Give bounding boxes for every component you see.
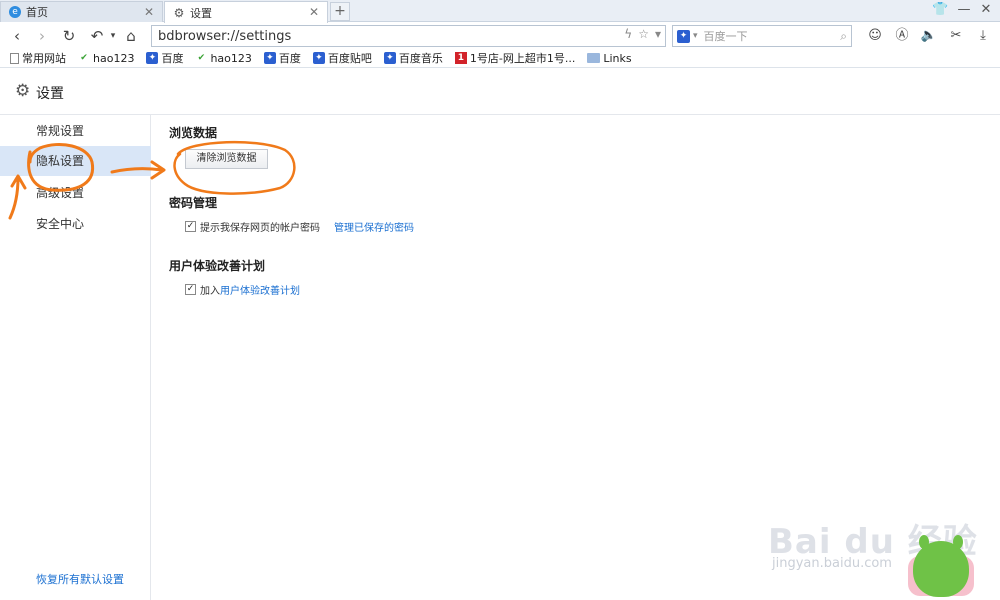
hao123-icon: ✔ xyxy=(80,53,88,63)
tab-bar: e 首页 ✕ ⚙ 设置 ✕ + 👕 — ✕ xyxy=(0,0,1000,23)
sidebar-item-label: 隐私设置 xyxy=(36,154,85,168)
sidebar-item-label: 常规设置 xyxy=(36,124,85,138)
gear-icon: ⚙ xyxy=(173,5,185,20)
baidu-paw-icon: ✦ xyxy=(383,52,396,64)
section-title-browsing: 浏览数据 xyxy=(169,126,218,140)
baidu-paw-icon: ✦ xyxy=(312,52,325,64)
clear-browsing-data-button[interactable]: 清除浏览数据 xyxy=(185,149,268,169)
password-prompt-label: 提示我保存网页的帐户密码 xyxy=(200,223,320,234)
baidu-jingyan-watermark: Bai du 经验 jingyan.baidu.com xyxy=(768,486,1000,600)
download-icon[interactable]: ⤓ xyxy=(974,27,992,45)
sidebar-item-label: 高级设置 xyxy=(36,186,85,200)
browser-logo-icon: e xyxy=(9,6,21,18)
nav-bar: ‹ › ↻ ↶ ▾ ⌂ bdbrowser://settings ϟ ☆ ▾ ✦… xyxy=(0,23,1000,49)
bookmark-label: 1号店-网上超市1号... xyxy=(469,52,576,65)
search-placeholder: 百度一下 xyxy=(703,30,748,43)
tab-label: 首页 xyxy=(26,6,48,19)
back-icon[interactable]: ‹ xyxy=(8,26,26,46)
gear-icon: ⚙ xyxy=(15,81,31,101)
address-url: bdbrowser://settings xyxy=(158,28,292,44)
close-icon[interactable]: ✕ xyxy=(144,5,154,19)
yhd-icon: 1 xyxy=(454,52,467,64)
baidu-paw-icon[interactable]: ✦ xyxy=(677,29,690,43)
baidu-paw-icon: ✦ xyxy=(146,52,159,64)
sidebar-item-privacy[interactable]: 隐私设置 xyxy=(0,146,151,176)
baidu-paw-icon: ✦ xyxy=(263,52,276,64)
bookmark-item[interactable]: 1 1号店-网上超市1号... xyxy=(454,50,576,66)
sidebar-item-security[interactable]: 安全中心 xyxy=(0,209,151,239)
tab-settings[interactable]: ⚙ 设置 ✕ xyxy=(164,1,328,23)
ux-join-prefix: 加入 xyxy=(200,286,220,297)
bookmark-item[interactable]: ✔ hao123 xyxy=(78,52,134,65)
sidebar-item-label: 安全中心 xyxy=(36,217,85,231)
bookmark-label: hao123 xyxy=(210,51,252,65)
watermark-url: jingyan.baidu.com xyxy=(772,556,892,571)
bookmark-item[interactable]: ✦ 百度 xyxy=(146,50,183,66)
bookmark-label: Links xyxy=(603,51,632,65)
close-window-icon[interactable]: ✕ xyxy=(978,2,994,17)
manage-passwords-link[interactable]: 管理已保存的密码 xyxy=(334,219,414,234)
sidebar-item-general[interactable]: 常规设置 xyxy=(0,116,151,146)
sidebar-item-advanced[interactable]: 高级设置 xyxy=(0,178,151,208)
ux-join-row: ✓ 加入 用户体验改善计划 xyxy=(185,282,300,297)
bookmark-label: 常用网站 xyxy=(22,52,66,65)
password-prompt-row: ✓ 提示我保存网页的帐户密码 管理已保存的密码 xyxy=(185,219,414,234)
ux-program-link[interactable]: 用户体验改善计划 xyxy=(220,282,300,297)
section-title-ux: 用户体验改善计划 xyxy=(169,259,266,273)
tab-label: 设置 xyxy=(190,6,212,20)
bookmark-item[interactable]: ✦ 百度音乐 xyxy=(383,50,443,66)
mascot-icon xyxy=(913,535,969,597)
tab-home[interactable]: e 首页 ✕ xyxy=(0,1,163,22)
bookmark-label: 百度 xyxy=(161,52,184,65)
folder-icon xyxy=(587,53,601,63)
lightning-icon[interactable]: ϟ xyxy=(624,27,632,41)
chevron-down-icon[interactable]: ▾ xyxy=(104,26,122,46)
search-icon[interactable]: ⌕ xyxy=(840,29,847,44)
page-title: 设置 xyxy=(36,86,64,102)
star-icon[interactable]: ☆ xyxy=(638,27,649,41)
bookmark-label: 百度 xyxy=(278,52,301,65)
section-title-password: 密码管理 xyxy=(169,196,218,210)
forward-icon[interactable]: › xyxy=(33,26,51,46)
new-tab-button[interactable]: + xyxy=(330,2,350,21)
address-bar[interactable]: bdbrowser://settings ϟ ☆ ▾ xyxy=(151,25,666,47)
close-icon[interactable]: ✕ xyxy=(309,5,319,19)
bookmark-item[interactable]: 常用网站 xyxy=(10,50,66,66)
minimize-icon[interactable]: — xyxy=(956,2,972,17)
adblock-icon[interactable]: Ⓐ xyxy=(893,27,911,45)
restore-defaults-link[interactable]: 恢复所有默认设置 xyxy=(36,571,124,587)
scissors-icon[interactable]: ✂ xyxy=(947,27,965,45)
chevron-down-icon[interactable]: ▾ xyxy=(693,31,698,41)
bookmark-item[interactable]: ✦ 百度贴吧 xyxy=(312,50,372,66)
bookmark-item[interactable]: ✔ hao123 xyxy=(195,51,252,65)
chevron-down-icon[interactable]: ▾ xyxy=(655,27,661,41)
skin-icon[interactable]: 👕 xyxy=(932,2,948,17)
ux-join-checkbox[interactable]: ✓ xyxy=(185,284,196,295)
bookmark-label: 百度音乐 xyxy=(398,52,443,65)
settings-header: ⚙ 设置 xyxy=(0,70,1000,115)
volume-icon[interactable]: 🔈 xyxy=(920,27,938,45)
page-icon xyxy=(10,52,19,64)
bookmark-folder[interactable]: Links xyxy=(587,51,632,65)
bookmark-item[interactable]: ✦ 百度 xyxy=(263,50,301,66)
reload-icon[interactable]: ↻ xyxy=(60,26,78,46)
settings-sidebar: 常规设置 隐私设置 高级设置 安全中心 恢复所有默认设置 xyxy=(0,115,151,600)
hao123-icon: ✔ xyxy=(197,53,206,63)
home-icon[interactable]: ⌂ xyxy=(122,26,140,46)
password-prompt-checkbox[interactable]: ✓ xyxy=(185,221,196,232)
search-box[interactable]: ✦ ▾ 百度一下 ⌕ xyxy=(672,25,852,47)
bookmark-label: 百度贴吧 xyxy=(327,52,372,65)
chat-icon[interactable]: ☺ xyxy=(866,27,884,45)
bookmark-label: hao123 xyxy=(93,51,135,65)
bookmarks-bar: 常用网站 ✔ hao123 ✦ 百度 ✔ hao123 ✦ 百度 ✦ 百度贴吧 … xyxy=(0,49,1000,68)
